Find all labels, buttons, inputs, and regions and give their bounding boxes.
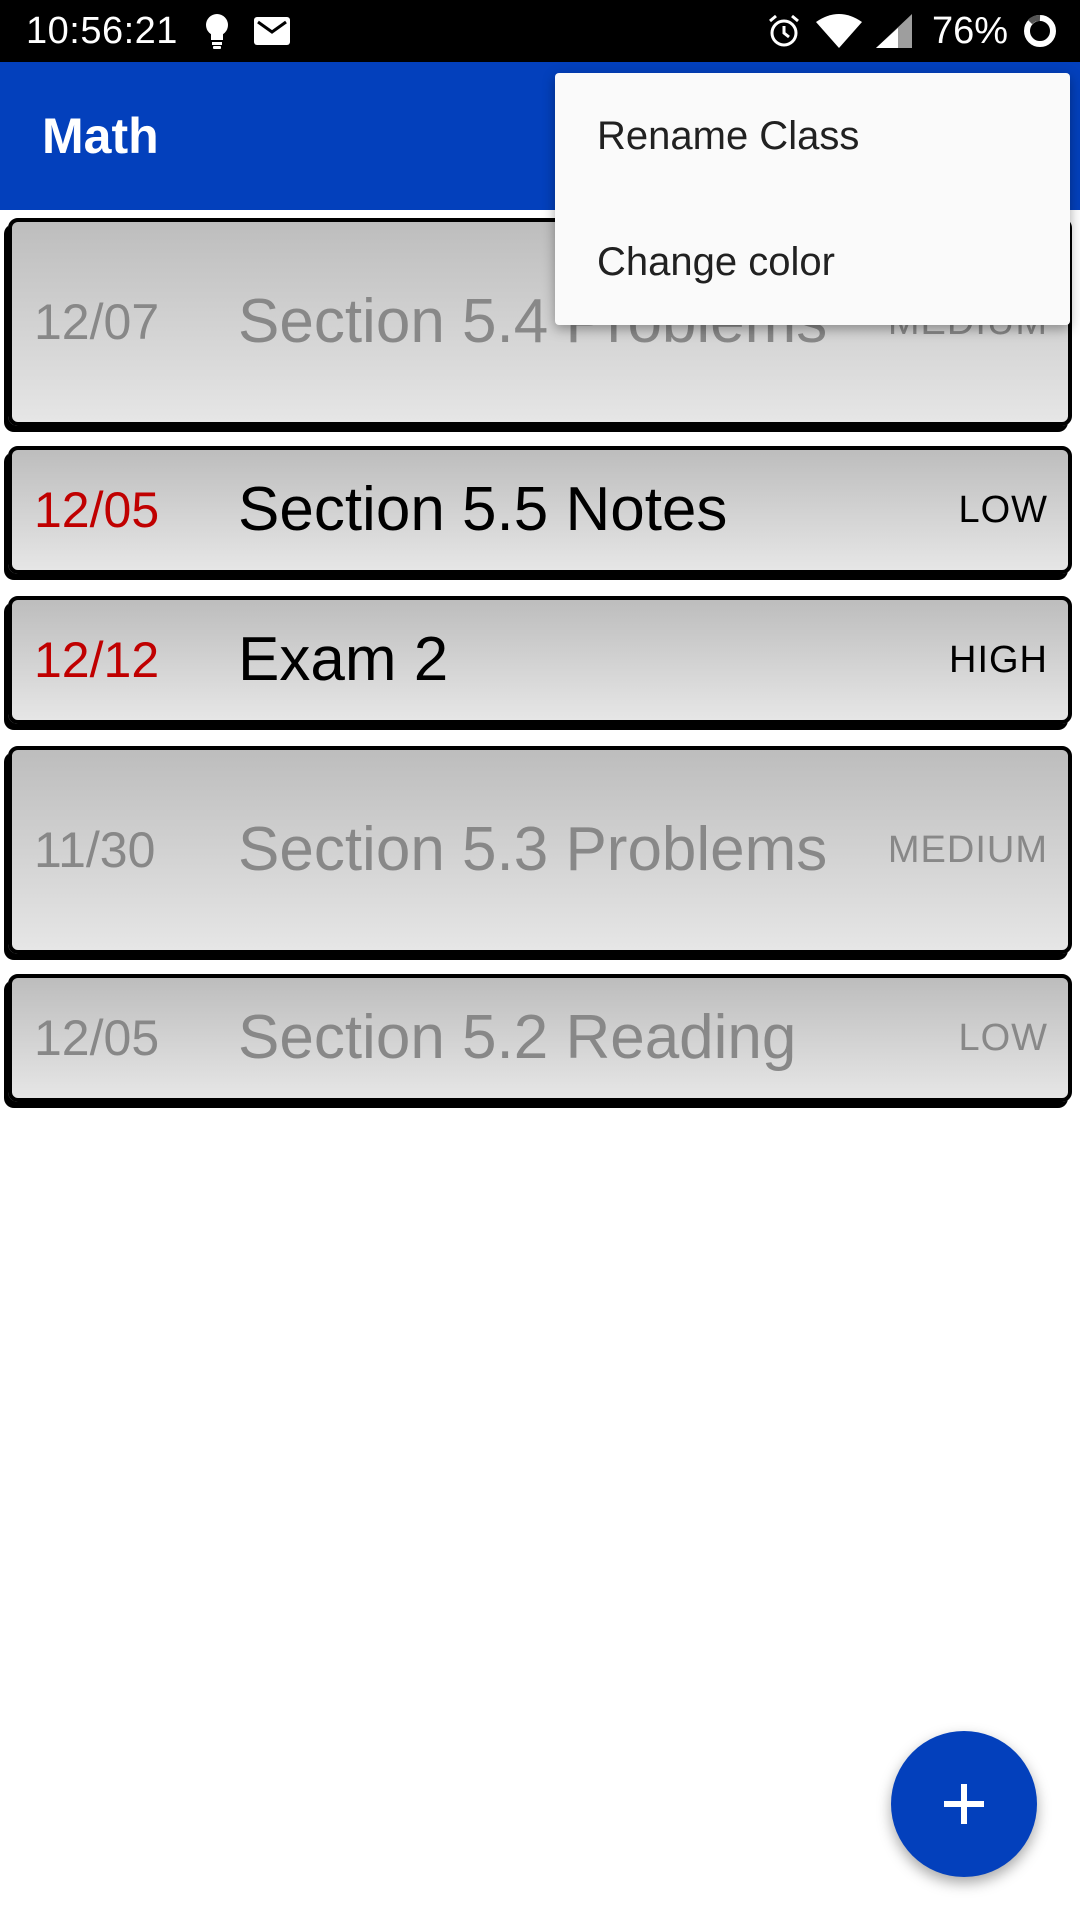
menu-item-rename-class[interactable]: Rename Class: [555, 73, 1070, 199]
page-title: Math: [42, 108, 159, 164]
overflow-menu: Rename Class Change color: [555, 73, 1070, 325]
task-due-date: 11/30: [34, 822, 156, 878]
task-card[interactable]: 12/05 Section 5.2 Reading LOW: [8, 974, 1072, 1102]
status-time: 10:56:21: [26, 9, 178, 52]
status-system-icons: 76%: [766, 10, 1058, 53]
task-due-date: 12/05: [34, 482, 160, 538]
task-title: Section 5.3 Problems: [238, 815, 828, 884]
task-title: Section 5.5 Notes: [238, 475, 728, 544]
task-card[interactable]: 12/12 Exam 2 HIGH: [8, 596, 1072, 724]
wifi-icon: [815, 14, 862, 48]
status-notification-icons: [204, 13, 290, 49]
task-title: Section 5.2 Reading: [238, 1003, 797, 1072]
task-card[interactable]: 11/30 Section 5.3 Problems MEDIUM: [8, 746, 1072, 954]
task-priority: HIGH: [949, 638, 1048, 681]
mail-icon: [253, 17, 290, 45]
cell-signal-icon: [875, 14, 912, 48]
plus-icon: [944, 1784, 984, 1824]
lightbulb-icon: [204, 13, 230, 49]
task-priority: LOW: [958, 1016, 1048, 1059]
battery-ring-icon: [1022, 13, 1058, 49]
task-due-date: 12/07: [34, 294, 160, 350]
battery-percentage: 76%: [931, 9, 1008, 52]
add-task-button[interactable]: [891, 1731, 1037, 1877]
task-title: Exam 2: [238, 625, 449, 694]
task-priority: LOW: [958, 488, 1048, 531]
task-priority: MEDIUM: [887, 828, 1048, 871]
task-card[interactable]: 12/05 Section 5.5 Notes LOW: [8, 446, 1072, 574]
task-due-date: 12/05: [34, 1010, 160, 1066]
alarm-icon: [766, 13, 802, 49]
menu-item-change-color[interactable]: Change color: [555, 199, 1070, 325]
status-bar: 10:56:21 76%: [0, 0, 1080, 62]
task-due-date: 12/12: [34, 632, 160, 688]
